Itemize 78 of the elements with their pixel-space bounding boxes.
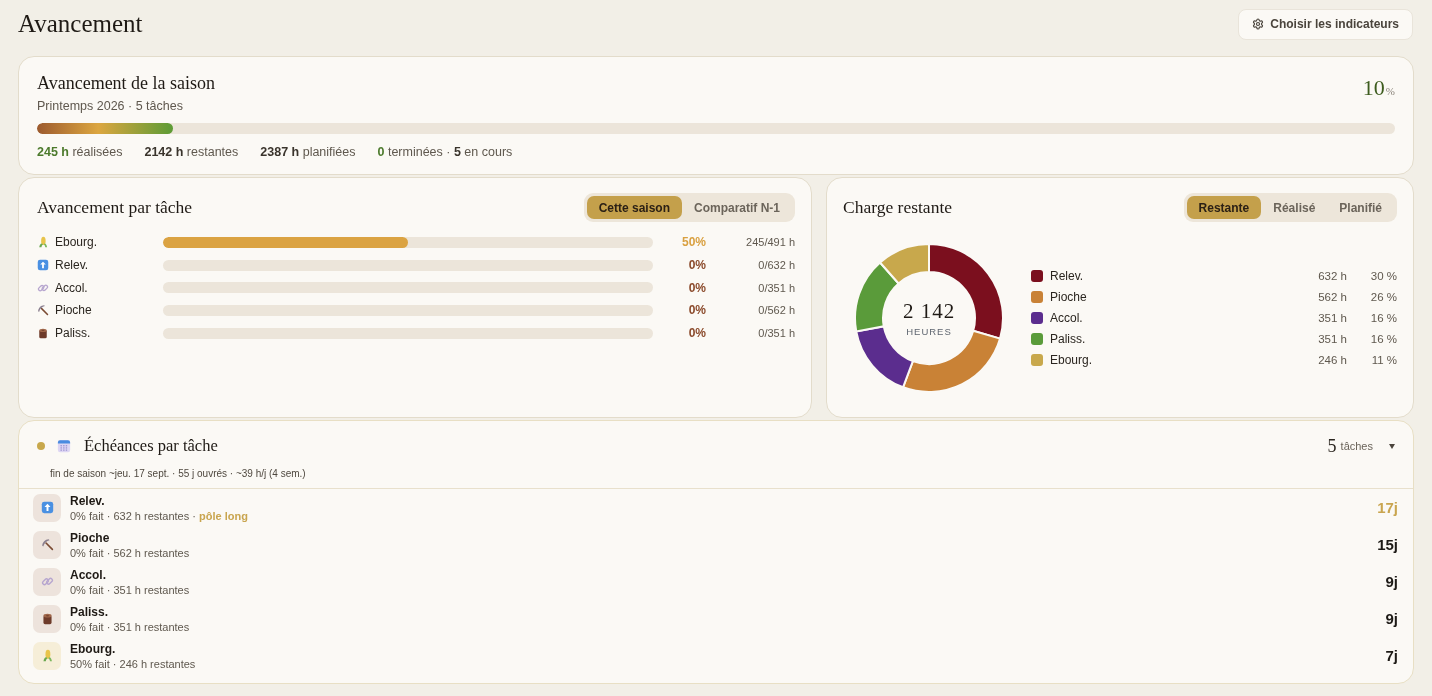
season-percent: 10% <box>1362 77 1395 99</box>
donut-unit: HEURES <box>906 326 952 337</box>
season-stat: 0 terminées · 5 en cours <box>377 144 513 159</box>
page-title: Avancement <box>18 10 143 38</box>
season-stat: 2387 h planifiées <box>260 144 356 159</box>
season-stat: 245 h réalisées <box>37 144 123 159</box>
card-title: Avancement de la saison <box>37 72 216 95</box>
legend-hours: 632 h <box>1318 270 1347 282</box>
legend-label: Accol. <box>1050 311 1083 325</box>
pickaxe-icon <box>37 304 49 317</box>
task-hours: 0/351 h <box>757 327 795 340</box>
task-hours: 0/632 h <box>757 259 795 272</box>
legend-label: Relev. <box>1050 269 1084 283</box>
log-icon <box>37 327 49 340</box>
calendar-icon <box>57 439 71 453</box>
task-detail: 0% fait · 351 h restantes <box>70 583 190 596</box>
up-arrow-icon <box>37 259 49 272</box>
log-icon <box>33 604 61 633</box>
legend-share: 26 % <box>1370 291 1397 303</box>
task-detail: 0% fait · 351 h restantes <box>70 620 190 633</box>
legend-share: 16 % <box>1370 312 1397 324</box>
task-percent: 50% <box>680 235 706 250</box>
settings-icon <box>1252 18 1265 30</box>
toggle-tab[interactable]: Cette saison <box>586 196 682 219</box>
card-title: Avancement par tâche <box>37 196 193 219</box>
task-name: Ebourg. <box>55 235 98 250</box>
season-stat: 2142 h restantes <box>144 144 239 159</box>
legend-share: 30 % <box>1370 270 1397 282</box>
toggle-tab[interactable]: Planifié <box>1327 196 1394 219</box>
pickaxe-icon <box>33 530 61 559</box>
days-remaining: 9j <box>1385 610 1398 627</box>
task-hours: 245/491 h <box>745 236 795 249</box>
task-name: Accol. <box>70 567 106 582</box>
days-remaining: 15j <box>1377 536 1398 553</box>
task-name: Pioche <box>70 530 110 545</box>
card-title: Échéances par tâche <box>84 435 218 457</box>
deadlines-subtitle: fin de saison ~jeu. 17 sept. · 55 j ouvrés · ~39 h/j (4 sem.) <box>50 468 306 479</box>
choose-indicators-button[interactable]: Choisir les indicateurs <box>1238 8 1413 40</box>
task-detail: 50% fait · 246 h restantes <box>70 657 196 670</box>
task-name: Ebourg. <box>70 641 116 656</box>
status-dot-icon <box>37 442 45 450</box>
task-percent: 0% <box>687 303 706 318</box>
chain-link-icon <box>33 567 61 596</box>
season-subtitle: Printemps 2026 · 5 tâches <box>37 98 183 113</box>
task-hours: 0/562 h <box>757 304 795 317</box>
days-remaining: 7j <box>1385 647 1398 664</box>
toggle-tab[interactable]: Comparatif N-1 <box>682 196 792 219</box>
legend-hours: 351 h <box>1318 333 1347 345</box>
task-name: Accol. <box>55 280 88 295</box>
legend-hours: 562 h <box>1318 291 1347 303</box>
legend-share: 16 % <box>1370 333 1397 345</box>
task-name: Paliss. <box>70 604 109 619</box>
corn-icon <box>37 236 49 249</box>
donut-total: 2 142 <box>902 299 956 324</box>
task-name: Relev. <box>55 258 89 273</box>
legend-label: Pioche <box>1050 290 1087 304</box>
task-count-toggle[interactable]: 5 tâches <box>1327 435 1395 457</box>
legend-hours: 351 h <box>1318 312 1347 324</box>
toggle-tab[interactable]: Restante <box>1186 196 1262 219</box>
task-detail: 0% fait · 632 h restantes · pôle long <box>70 509 248 522</box>
task-hours: 0/351 h <box>757 281 795 294</box>
corn-icon <box>33 641 61 670</box>
legend-hours: 246 h <box>1318 354 1347 366</box>
task-name: Relev. <box>70 493 105 508</box>
toggle-tab[interactable]: Réalisé <box>1261 196 1328 219</box>
task-percent: 0% <box>687 280 706 295</box>
task-percent: 0% <box>687 326 706 341</box>
legend-label: Paliss. <box>1050 332 1086 346</box>
chain-link-icon <box>37 281 49 294</box>
days-remaining: 9j <box>1385 573 1398 590</box>
task-detail: 0% fait · 562 h restantes <box>70 546 190 559</box>
task-percent: 0% <box>687 258 706 273</box>
card-title: Charge restante <box>843 196 952 219</box>
legend-label: Ebourg. <box>1050 353 1093 367</box>
task-name: Paliss. <box>55 326 91 341</box>
days-remaining: 17j <box>1377 499 1398 516</box>
legend-share: 11 % <box>1371 354 1397 366</box>
task-name: Pioche <box>55 303 92 318</box>
